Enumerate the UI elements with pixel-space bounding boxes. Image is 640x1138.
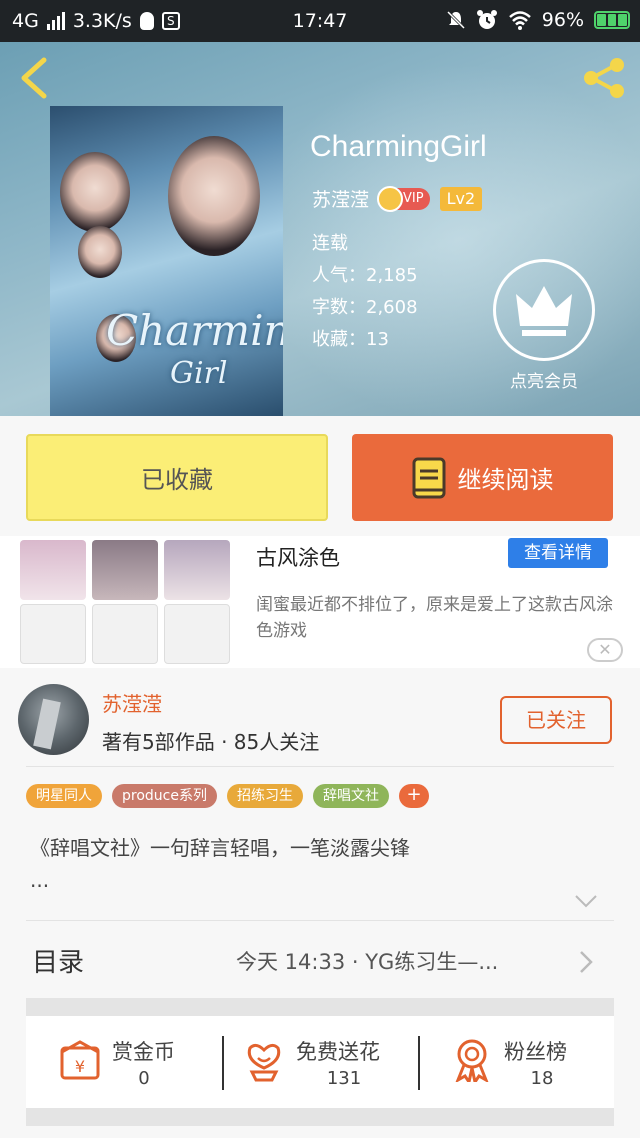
vip-badge: VIP <box>377 185 430 212</box>
divider <box>26 920 614 921</box>
reward-coin-label: 赏金币 <box>112 1040 175 1064</box>
chevron-down-icon[interactable] <box>574 894 598 908</box>
back-arrow-icon[interactable] <box>16 56 52 100</box>
tag-item[interactable]: 辞唱文社 <box>312 784 389 808</box>
mute-icon <box>446 10 465 30</box>
chevron-right-icon <box>580 951 593 973</box>
book-icon <box>412 457 445 498</box>
ad-description: 闺蜜最近都不排位了，原来是爱上了这款古风涂色游戏 <box>256 595 613 641</box>
cover-subtitle-art: Girl <box>170 356 228 391</box>
book-header: Charmin Girl CharmingGirl 苏滢滢 VIP Lv2 连载… <box>0 42 640 416</box>
latest-chapter: 今天 14:33 · YG练习生—... <box>236 950 499 974</box>
favorited-button[interactable]: 已收藏 <box>26 434 328 521</box>
book-title: CharmingGirl <box>310 130 487 163</box>
free-flower-value: 131 <box>326 1068 362 1089</box>
author-row[interactable]: 苏滢滢 著有5部作品 · 85人关注 已关注 <box>0 676 640 766</box>
following-button[interactable]: 已关注 <box>500 696 612 744</box>
add-tag-button[interactable]: + <box>398 784 429 808</box>
summary-ellipsis: ... <box>30 868 50 892</box>
book-favorites: 收藏：13 <box>312 329 389 350</box>
wifi-icon <box>508 11 531 30</box>
avatar[interactable] <box>18 684 89 755</box>
crown-icon <box>377 185 404 212</box>
cover-title-art: Charmin <box>106 306 283 355</box>
stats-bar: ¥ 赏金币 0 免费送花 131 粉丝榜 18 <box>26 1016 614 1108</box>
continue-reading-button[interactable]: 继续阅读 <box>352 434 613 521</box>
battery-icon <box>594 11 630 29</box>
reward-coin-value: 0 <box>138 1068 150 1089</box>
ad-detail-button[interactable]: 查看详情 <box>508 538 608 568</box>
tag-item[interactable]: produce系列 <box>112 784 217 808</box>
ad-image[interactable] <box>18 538 234 666</box>
fan-ranking-button[interactable]: 粉丝榜 18 <box>420 1016 614 1108</box>
section-separator <box>26 1108 614 1126</box>
flower-icon <box>247 1043 281 1082</box>
share-icon[interactable] <box>580 56 628 100</box>
book-cover[interactable]: Charmin Girl <box>50 106 283 416</box>
book-meta: 连载 人气：2,185 字数：2,608 收藏：13 <box>312 228 418 356</box>
fan-ranking-label: 粉丝榜 <box>504 1040 567 1064</box>
catalog-label: 目录 <box>32 948 85 978</box>
free-flower-label: 免费送花 <box>296 1040 380 1064</box>
ad-close-icon[interactable]: ✕ <box>587 638 623 662</box>
continue-reading-label: 继续阅读 <box>457 466 554 494</box>
status-bar: 4G 3.3K/s S 17:47 96% <box>0 0 640 42</box>
section-separator <box>26 998 614 1016</box>
ad-title: 古风涂色 <box>256 546 340 570</box>
book-summary[interactable]: 《辞唱文社》一句辞言轻唱，一笔淡露尖锋 ... <box>30 832 610 896</box>
ad-banner[interactable]: 古风涂色 查看详情 闺蜜最近都不排位了，原来是爱上了这款古风涂色游戏 ✕ <box>0 536 640 668</box>
battery-percent: 96% <box>541 9 584 31</box>
member-crown-button[interactable] <box>493 259 595 361</box>
coin-envelope-icon: ¥ <box>60 1040 100 1080</box>
book-status: 连载 <box>312 233 348 254</box>
book-popularity: 人气：2,185 <box>312 265 418 286</box>
tag-list: 明星同人 produce系列 招练习生 辞唱文社 + <box>26 784 429 808</box>
author-name[interactable]: 苏滢滢 <box>102 688 162 717</box>
alarm-icon <box>476 10 497 29</box>
level-badge: Lv2 <box>439 186 483 211</box>
divider <box>26 766 614 767</box>
author-name-header[interactable]: 苏滢滢 <box>312 185 369 212</box>
author-line: 苏滢滢 VIP Lv2 <box>312 185 483 212</box>
svg-text:¥: ¥ <box>75 1057 85 1076</box>
catalog-row[interactable]: 目录 今天 14:33 · YG练习生—... <box>0 922 640 998</box>
fan-ranking-value: 18 <box>530 1068 554 1089</box>
summary-line: 《辞唱文社》一句辞言轻唱，一笔淡露尖锋 <box>30 836 410 860</box>
tag-item[interactable]: 明星同人 <box>26 784 102 808</box>
free-flower-button[interactable]: 免费送花 131 <box>224 1016 418 1108</box>
reward-coin-button[interactable]: ¥ 赏金币 0 <box>26 1016 222 1108</box>
author-stats: 著有5部作品 · 85人关注 <box>102 730 320 754</box>
tag-item[interactable]: 招练习生 <box>226 784 303 808</box>
medal-icon <box>455 1039 489 1082</box>
crown-icon <box>516 286 572 336</box>
book-word-count: 字数：2,608 <box>312 297 418 318</box>
member-label[interactable]: 点亮会员 <box>480 367 608 392</box>
